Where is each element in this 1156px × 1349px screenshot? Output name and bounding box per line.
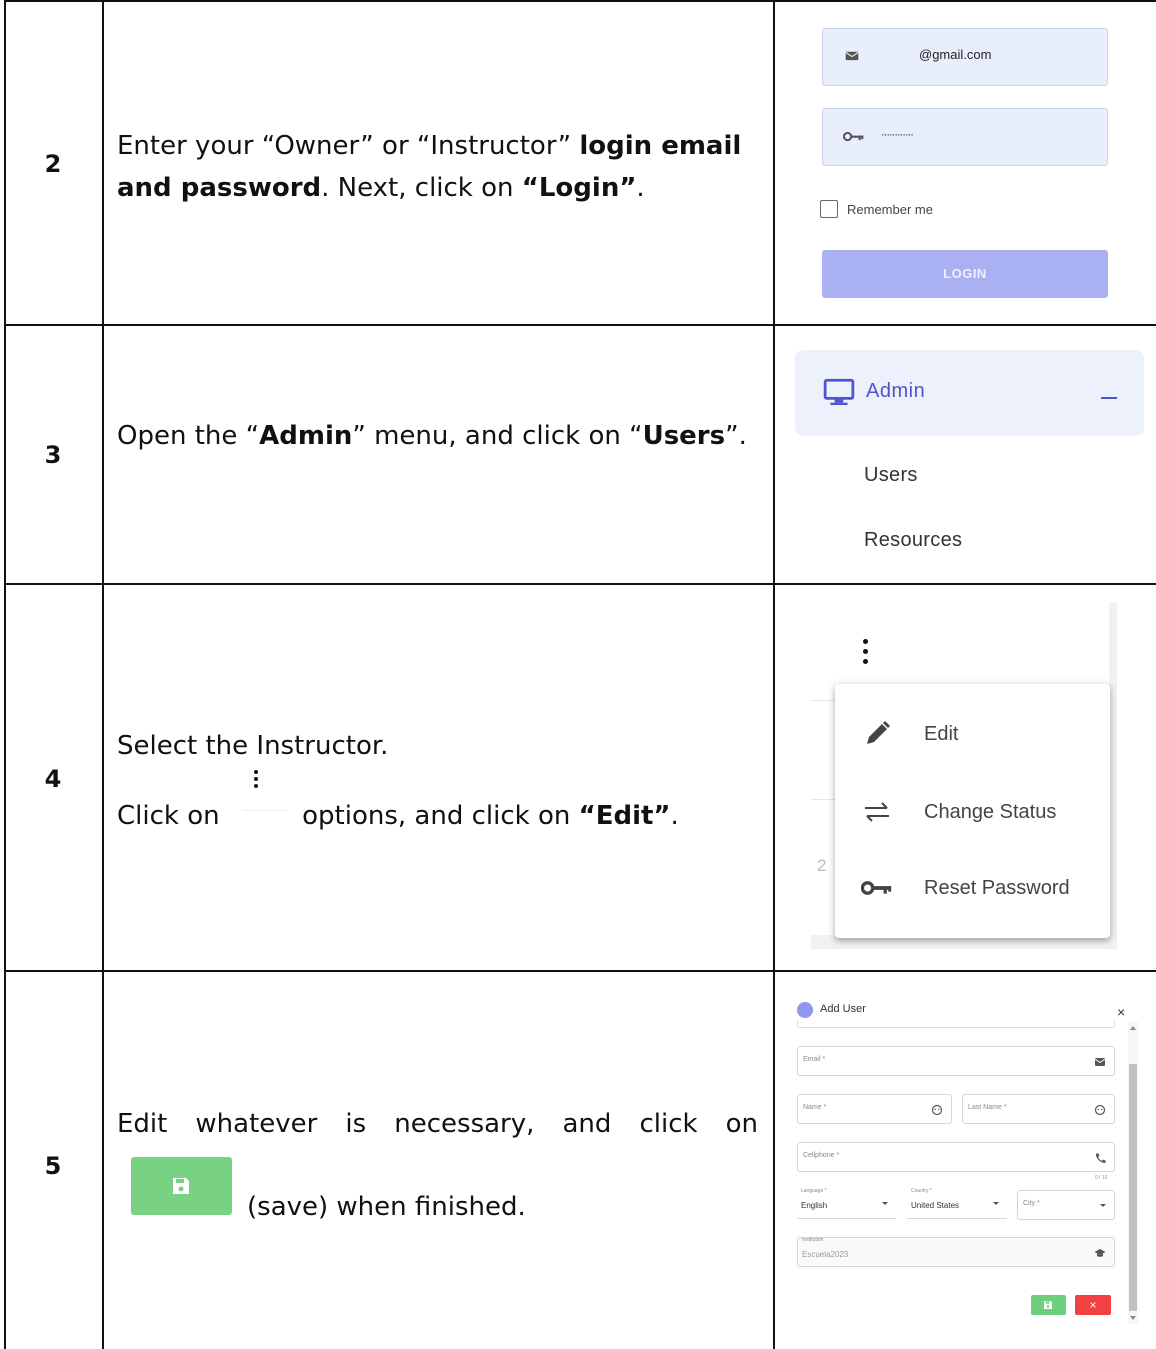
remember-me-checkbox[interactable]	[820, 200, 838, 218]
chevron-down-icon	[993, 1202, 999, 1205]
step-description: Select the Instructor. Click on options,…	[117, 725, 758, 837]
table-left-border	[4, 0, 6, 1349]
table-row-border	[4, 583, 1156, 585]
dialog-title: Add User	[820, 1003, 866, 1015]
face-icon	[1094, 1104, 1106, 1116]
step-number: 3	[44, 441, 62, 469]
table-col-divider-2	[773, 0, 775, 1349]
chevron-down-icon	[882, 1202, 888, 1205]
menu-item-reset-password[interactable]: Reset Password	[835, 858, 1110, 918]
step-description: Enter your “Owner” or “Instructor” login…	[117, 131, 742, 203]
menu-item-resources[interactable]: Resources	[864, 529, 962, 552]
key-icon	[861, 881, 892, 895]
mail-icon	[1094, 1058, 1106, 1066]
table-row-border	[4, 0, 1156, 2]
chevron-down-icon	[1100, 1204, 1106, 1207]
step-number: 4	[44, 765, 62, 793]
monitor-icon	[823, 378, 855, 406]
admin-menu-title: Admin	[866, 380, 926, 402]
password-field[interactable]: ············	[822, 108, 1108, 166]
step-number: 2	[44, 150, 62, 178]
save-button[interactable]	[1031, 1295, 1066, 1315]
scroll-down-icon[interactable]	[1130, 1316, 1136, 1320]
close-icon[interactable]: ×	[1117, 1004, 1125, 1020]
step-number: 5	[44, 1152, 62, 1180]
cellphone-counter: 0 / 10	[1095, 1175, 1108, 1181]
row-fragment-text: 2	[817, 856, 827, 875]
email-value: @gmail.com	[919, 47, 992, 62]
menu-item-edit[interactable]: Edit	[835, 704, 1110, 764]
menu-item-users[interactable]: Users	[864, 464, 918, 487]
kebab-menu-icon	[228, 770, 294, 824]
kebab-menu-icon[interactable]	[863, 639, 869, 667]
last-name-input[interactable]: Last Name *	[962, 1094, 1115, 1124]
save-button-sample	[131, 1157, 232, 1215]
remember-me-label: Remember me	[847, 202, 933, 217]
key-icon	[843, 131, 864, 142]
scroll-up-icon[interactable]	[1130, 1026, 1136, 1030]
step-description: Open the “Admin” menu, and click on “Use…	[117, 421, 747, 451]
institution-input: Institution Escuela2023	[797, 1237, 1115, 1267]
menu-item-change-status[interactable]: Change Status	[835, 782, 1110, 842]
phone-icon	[1095, 1153, 1106, 1163]
city-select[interactable]: City *	[1017, 1190, 1115, 1220]
step-description-end: (save) when finished.	[247, 1192, 526, 1222]
country-select[interactable]: Country * United States	[907, 1188, 1007, 1219]
cut-off-field	[797, 1020, 1115, 1028]
pencil-icon	[867, 721, 890, 744]
floppy-icon	[1044, 1301, 1052, 1309]
email-input[interactable]: Email *	[797, 1046, 1115, 1076]
table-col-divider-1	[102, 0, 104, 1349]
step-line-1: Select the Instructor.	[117, 731, 389, 761]
app-logo-icon	[797, 1002, 813, 1018]
floppy-icon	[173, 1178, 189, 1194]
swap-arrows-icon	[865, 802, 889, 822]
collapse-icon[interactable]	[1101, 397, 1117, 399]
graduation-cap-icon	[1094, 1249, 1106, 1257]
face-icon	[931, 1104, 943, 1116]
password-value: ············	[881, 129, 914, 141]
step-description: Edit whatever is necessary, and click on	[117, 1109, 758, 1139]
login-button[interactable]: LOGIN	[822, 250, 1108, 298]
table-row-border	[4, 970, 1156, 972]
options-menu: Edit Change Status Reset Password	[835, 684, 1110, 938]
email-field[interactable]: @gmail.com	[822, 28, 1108, 86]
cancel-button[interactable]: ×	[1075, 1295, 1111, 1315]
scrollbar-thumb[interactable]	[1129, 1064, 1137, 1311]
cellphone-input[interactable]: Cellphone *	[797, 1142, 1115, 1172]
language-select[interactable]: Language * English	[797, 1188, 896, 1219]
scrollbar[interactable]	[1109, 603, 1117, 949]
name-input[interactable]: Name *	[797, 1094, 952, 1124]
mail-icon	[845, 51, 859, 61]
table-row-border	[4, 324, 1156, 326]
